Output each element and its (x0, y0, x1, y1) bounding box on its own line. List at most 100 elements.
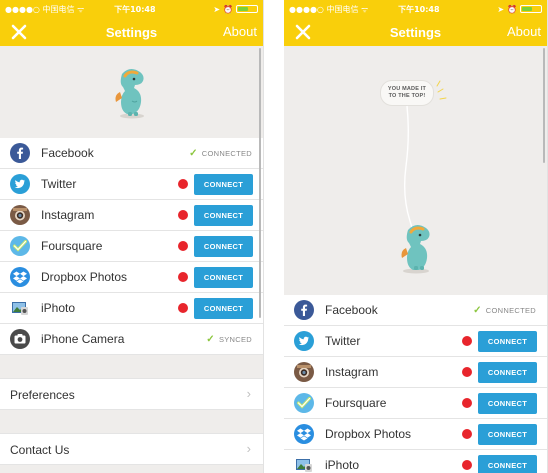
connect-button-twitter[interactable]: CONNECT (478, 331, 537, 352)
screenshot-stage: ●●●●○ 中国电信 ᯤ 下午10:48 ➤ ⏰ Settings About (0, 0, 548, 473)
connect-button-dropbox[interactable]: CONNECT (478, 424, 537, 445)
connect-button-twitter[interactable]: CONNECT (194, 174, 253, 195)
service-label: Foursquare (41, 239, 103, 253)
dino-mascot-icon (115, 68, 144, 119)
disconnected-indicator (462, 429, 472, 439)
alarm-icon: ⏰ (223, 4, 233, 14)
scrollbar[interactable] (543, 48, 545, 163)
carrier-text: ●●●●○ 中国电信 ᯤ (289, 4, 369, 14)
battery-fill (238, 7, 248, 11)
clock-text: 下午10:48 (114, 4, 156, 14)
alarm-icon: ⏰ (507, 4, 517, 14)
services-list: Facebook ✓ CONNECTED Twitter CONNECT Inst… (284, 295, 547, 473)
connected-status: ✓ CONNECTED (189, 148, 252, 159)
disconnected-indicator (178, 303, 188, 313)
disconnected-indicator (462, 398, 472, 408)
battery-icon (236, 5, 258, 13)
list-item-instagram: Instagram CONNECT (0, 200, 263, 231)
dino-mascot-icon (401, 80, 447, 274)
list-item-dropbox: Dropbox Photos CONNECT (284, 419, 547, 450)
service-label: iPhone Camera (41, 332, 125, 346)
connect-button-iphoto[interactable]: CONNECT (478, 455, 537, 473)
connect-button-instagram[interactable]: CONNECT (478, 362, 537, 383)
dropbox-icon (10, 267, 30, 287)
list-item-twitter: Twitter CONNECT (284, 326, 547, 357)
connected-text: CONNECTED (485, 306, 536, 315)
connect-button-iphoto[interactable]: CONNECT (194, 298, 253, 319)
scrollbar[interactable] (259, 48, 261, 318)
list-item-foursquare: Foursquare CONNECT (0, 231, 263, 262)
instagram-icon (10, 205, 30, 225)
disconnected-indicator (178, 210, 188, 220)
check-icon: ✓ (189, 148, 198, 159)
list-item-iphoto: iPhoto CONNECT (284, 450, 547, 473)
disconnected-indicator (178, 241, 188, 251)
check-icon: ✓ (473, 305, 482, 316)
list-item-instagram: Instagram CONNECT (284, 357, 547, 388)
service-label: Dropbox Photos (41, 270, 128, 284)
service-label: Dropbox Photos (325, 427, 412, 441)
about-link[interactable]: About (507, 24, 541, 39)
service-label: iPhoto (325, 458, 360, 472)
instagram-icon (294, 362, 314, 382)
close-icon[interactable] (292, 21, 314, 43)
disconnected-indicator (178, 179, 188, 189)
battery-fill (522, 7, 532, 11)
preferences-row[interactable]: Preferences › (0, 378, 263, 410)
facebook-icon (294, 300, 314, 320)
iphoto-icon (296, 459, 312, 472)
dropbox-icon (294, 424, 314, 444)
battery-icon (520, 5, 542, 13)
close-icon[interactable] (8, 21, 30, 43)
service-label: Facebook (325, 303, 378, 317)
service-label: Twitter (325, 334, 361, 348)
iphoto-icon (12, 302, 28, 315)
list-item-dropbox: Dropbox Photos CONNECT (0, 262, 263, 293)
list-item-facebook: Facebook ✓ CONNECTED (0, 138, 263, 169)
nav-bar: Settings About (0, 18, 263, 46)
section-gap (0, 465, 263, 473)
phone-screen-left: ●●●●○ 中国电信 ᯤ 下午10:48 ➤ ⏰ Settings About (0, 0, 264, 473)
list-item-twitter: Twitter CONNECT (0, 169, 263, 200)
foursquare-icon (294, 393, 314, 413)
twitter-icon (10, 174, 30, 194)
services-list: Facebook ✓ CONNECTED Twitter CONNECT Inst… (0, 138, 263, 355)
about-link[interactable]: About (223, 24, 257, 39)
nav-bar: Settings About (284, 18, 547, 46)
list-item-iphoto: iPhoto CONNECT (0, 293, 263, 324)
synced-status: ✓ SYNCED (206, 334, 252, 345)
connect-button-foursquare[interactable]: CONNECT (478, 393, 537, 414)
list-item-facebook: Facebook ✓ CONNECTED (284, 295, 547, 326)
phone-screen-right: ●●●●○ 中国电信 ᯤ 下午10:48 ➤ ⏰ Settings About … (284, 0, 548, 473)
service-label: Facebook (41, 146, 94, 160)
location-icon: ➤ (497, 4, 505, 14)
section-gap (0, 355, 263, 378)
clock-text: 下午10:48 (398, 4, 440, 14)
service-label: Foursquare (325, 396, 387, 410)
list-item-foursquare: Foursquare CONNECT (284, 388, 547, 419)
connected-status: ✓ CONNECTED (473, 305, 536, 316)
location-icon: ➤ (213, 4, 221, 14)
connect-button-dropbox[interactable]: CONNECT (194, 267, 253, 288)
list-item-iphone-camera: iPhone Camera ✓ SYNCED (0, 324, 263, 355)
carrier-text: ●●●●○ 中国电信 ᯤ (5, 4, 85, 14)
connect-button-instagram[interactable]: CONNECT (194, 205, 253, 226)
contact-us-label: Contact Us (10, 443, 70, 457)
hero-area: YOU MADE IT TO THE TOP! (284, 46, 547, 295)
synced-text: SYNCED (218, 335, 252, 344)
disconnected-indicator (462, 460, 472, 470)
service-label: iPhoto (41, 301, 76, 315)
contact-us-row[interactable]: Contact Us › (0, 433, 263, 465)
hero-area (0, 46, 263, 138)
foursquare-icon (10, 236, 30, 256)
disconnected-indicator (178, 272, 188, 282)
status-bar: ●●●●○ 中国电信 ᯤ 下午10:48 ➤ ⏰ (284, 0, 547, 18)
service-label: Twitter (41, 177, 77, 191)
preferences-label: Preferences (10, 388, 75, 402)
connect-button-foursquare[interactable]: CONNECT (194, 236, 253, 257)
status-right: ➤ ⏰ (497, 5, 542, 14)
service-label: Instagram (325, 365, 379, 379)
disconnected-indicator (462, 336, 472, 346)
camera-icon (10, 329, 30, 349)
service-label: Instagram (41, 208, 95, 222)
